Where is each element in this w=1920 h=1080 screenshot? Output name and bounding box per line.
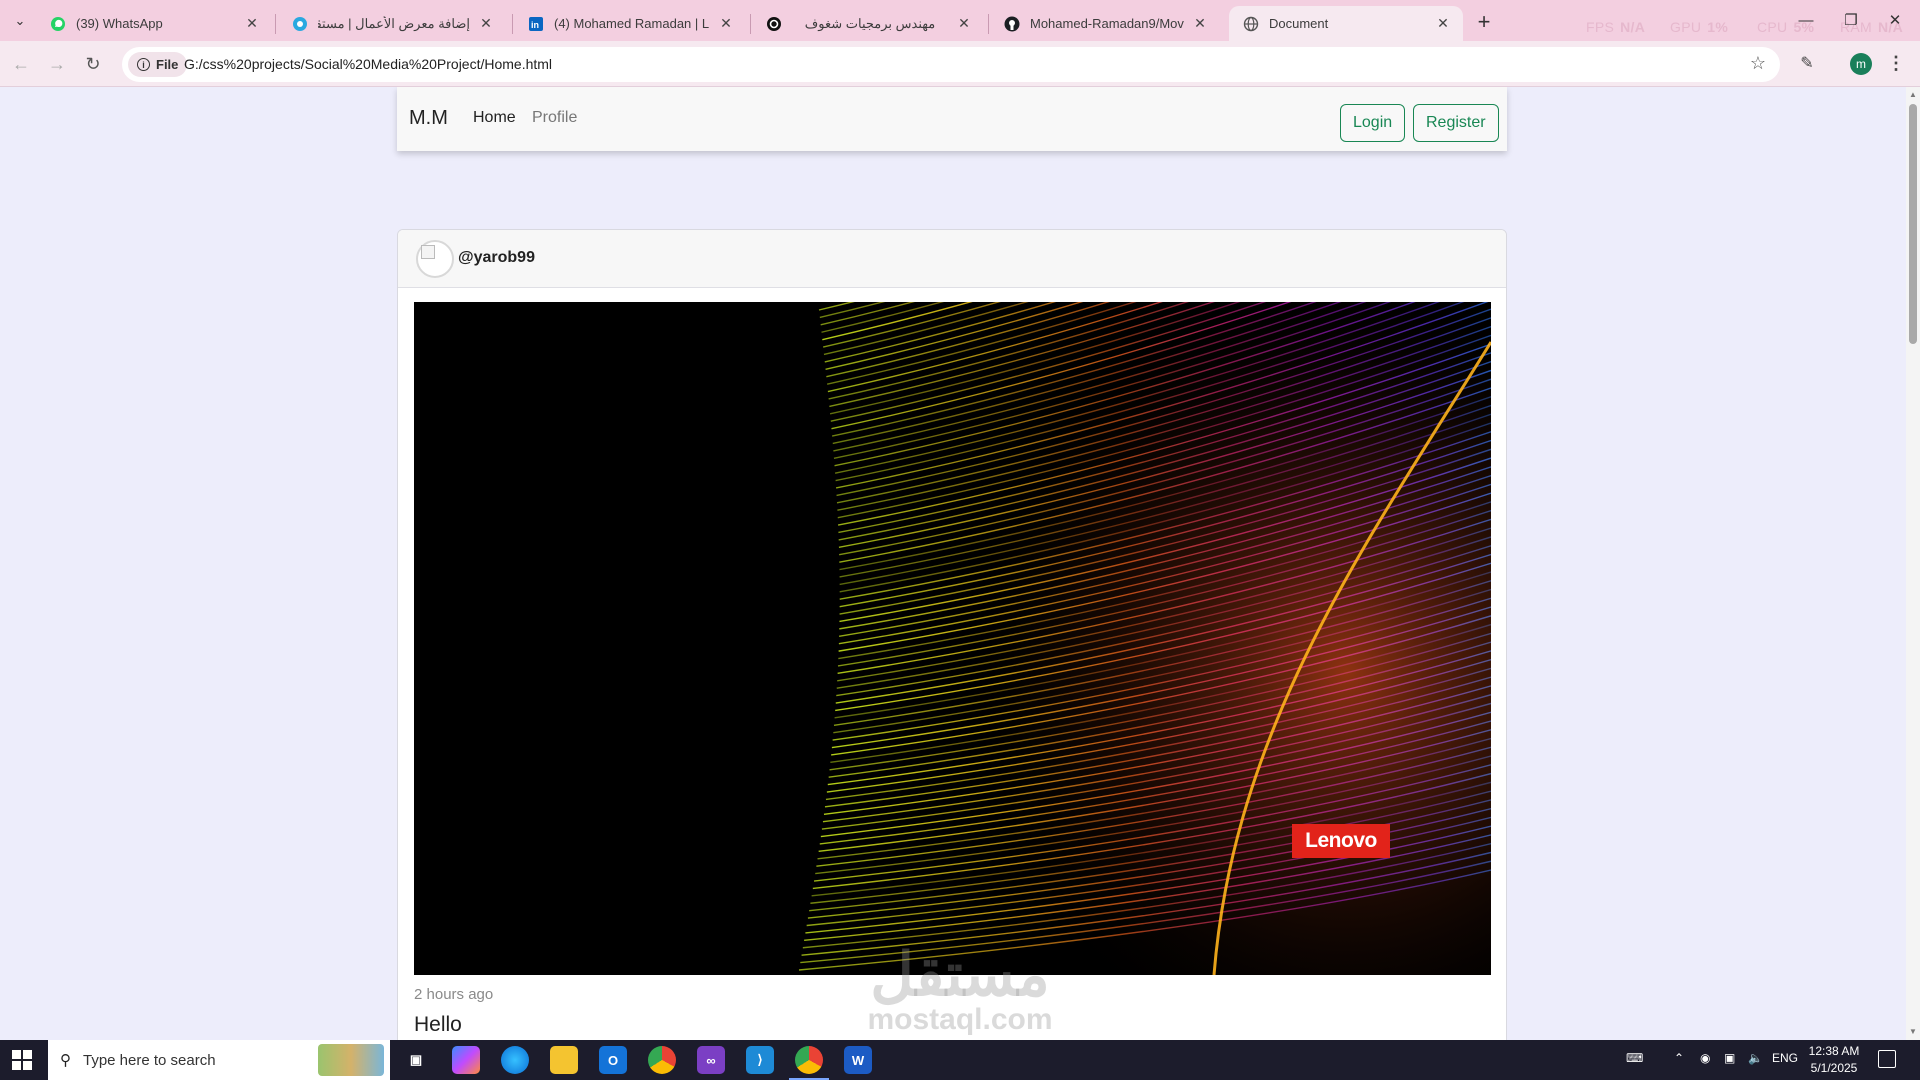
system-clock[interactable]: 12:38 AM 5/1/2025: [1804, 1043, 1864, 1077]
linkedin-icon: in: [528, 16, 544, 32]
keyboard-icon[interactable]: ⌨: [1626, 1051, 1643, 1065]
tab-linkedin[interactable]: in (4) Mohamed Ramadan | LinkedIn ✕: [514, 6, 746, 41]
browser-tab-strip: ⌄ (39) WhatsApp ✕ إضافة معرض الأعمال | م…: [0, 0, 1920, 41]
tab-divider: [275, 14, 276, 34]
login-button[interactable]: Login: [1340, 104, 1405, 142]
address-bar[interactable]: i File G:/css%20projects/Social%20Media%…: [122, 47, 1780, 82]
scroll-up-arrow-icon[interactable]: ▲: [1909, 90, 1917, 99]
tab-title: Mohamed-Ramadan9/Movie-A: [1030, 16, 1184, 31]
scheme-label: File: [156, 57, 178, 72]
clock-date: 5/1/2025: [1804, 1060, 1864, 1077]
word-icon[interactable]: W: [844, 1046, 872, 1074]
globe-icon: [1243, 16, 1259, 32]
lenovo-logo: Lenovo: [1292, 824, 1390, 858]
tab-divider: [512, 14, 513, 34]
notification-center-icon[interactable]: [1878, 1050, 1896, 1068]
post-timestamp: 2 hours ago: [414, 986, 493, 1003]
svg-text:in: in: [531, 20, 539, 30]
tab-title: (39) WhatsApp: [76, 16, 236, 31]
mostaql-icon: [292, 16, 308, 32]
nav-link-home[interactable]: Home: [473, 109, 516, 127]
minimize-button[interactable]: —: [1791, 8, 1821, 32]
tab-divider: [750, 14, 751, 34]
page-viewport: M.M Home Profile Login Register @yarob99: [0, 87, 1906, 1040]
close-icon[interactable]: ✕: [718, 15, 734, 32]
url-text[interactable]: G:/css%20projects/Social%20Media%20Proje…: [184, 56, 552, 72]
post-card-header: @yarob99: [398, 230, 1506, 288]
reload-icon[interactable]: ↻: [80, 51, 106, 77]
clock-time: 12:38 AM: [1804, 1043, 1864, 1060]
outlook-icon[interactable]: O: [599, 1046, 627, 1074]
windows-taskbar: ⚲ Type here to search ▣ O ∞ ⟩ W ⌨ ⌃ ◉ ▣ …: [0, 1040, 1920, 1080]
close-icon[interactable]: ✕: [956, 15, 972, 32]
tab-title: إضافة معرض الأعمال | مستقل: [318, 16, 470, 32]
post-username[interactable]: @yarob99: [458, 249, 535, 267]
close-window-button[interactable]: ✕: [1880, 8, 1910, 32]
github-icon: [1004, 16, 1020, 32]
tab-document[interactable]: Document ✕: [1229, 6, 1463, 41]
copilot-icon[interactable]: [452, 1046, 480, 1074]
user-avatar[interactable]: [416, 240, 454, 278]
nav-link-profile[interactable]: Profile: [532, 109, 577, 127]
forward-arrow-icon[interactable]: →: [44, 51, 70, 77]
feather-artwork: [414, 302, 1491, 975]
back-arrow-icon[interactable]: ←: [8, 51, 34, 77]
tab-mostaql[interactable]: إضافة معرض الأعمال | مستقل ✕: [278, 6, 506, 41]
tab-threads[interactable]: مهندس برمجيات شغوف ✕: [752, 6, 984, 41]
page-scrollbar[interactable]: ▲ ▼: [1906, 87, 1920, 1040]
info-icon: i: [137, 58, 150, 71]
volume-icon[interactable]: 🔈: [1748, 1051, 1763, 1065]
close-icon[interactable]: ✕: [1192, 15, 1208, 32]
tab-title: مهندس برمجيات شغوف: [792, 16, 948, 32]
meet-now-icon[interactable]: ◉: [1700, 1051, 1710, 1065]
post-card: @yarob99 Lenovo 2 hours ago Hello: [397, 229, 1507, 1040]
whatsapp-icon: [50, 16, 66, 32]
taskbar-search-placeholder: Type here to search: [83, 1052, 216, 1069]
search-highlight-image: [318, 1044, 384, 1076]
kebab-menu-icon[interactable]: ⋮: [1886, 52, 1906, 74]
file-explorer-icon[interactable]: [550, 1046, 578, 1074]
windows-start-icon[interactable]: [12, 1050, 32, 1070]
profile-avatar-button[interactable]: m: [1850, 53, 1872, 75]
browser-toolbar: ← → ↻ i File G:/css%20projects/Social%20…: [0, 41, 1920, 87]
visual-studio-icon[interactable]: ∞: [697, 1046, 725, 1074]
bookmark-star-icon[interactable]: ☆: [1750, 53, 1766, 74]
task-view-icon[interactable]: ▣: [402, 1046, 430, 1074]
tab-whatsapp[interactable]: (39) WhatsApp ✕: [36, 6, 272, 41]
site-info-chip[interactable]: i File: [128, 52, 187, 77]
site-brand[interactable]: M.M: [409, 107, 448, 130]
restore-button[interactable]: ❐: [1836, 8, 1866, 32]
new-tab-button[interactable]: +: [1470, 8, 1498, 36]
threads-icon: [766, 16, 782, 32]
register-button[interactable]: Register: [1413, 104, 1499, 142]
site-navbar: M.M Home Profile Login Register: [397, 87, 1507, 151]
vscode-icon[interactable]: ⟩: [746, 1046, 774, 1074]
network-icon[interactable]: ▣: [1724, 1051, 1735, 1065]
tab-title: Document: [1269, 16, 1427, 31]
input-language[interactable]: ENG: [1772, 1051, 1798, 1065]
chrome-icon[interactable]: [648, 1046, 676, 1074]
search-icon: ⚲: [60, 1051, 71, 1069]
taskbar-search-box[interactable]: ⚲ Type here to search: [48, 1040, 390, 1080]
edge-icon[interactable]: [501, 1046, 529, 1074]
fps-readout: FPS N/A: [1586, 19, 1645, 35]
scroll-down-arrow-icon[interactable]: ▼: [1909, 1027, 1917, 1036]
tab-title: (4) Mohamed Ramadan | LinkedIn: [554, 16, 710, 31]
close-icon[interactable]: ✕: [1435, 15, 1451, 32]
scroll-thumb[interactable]: [1909, 104, 1917, 344]
post-image[interactable]: Lenovo: [414, 302, 1491, 975]
show-hidden-icons-chevron-icon[interactable]: ⌃: [1674, 1051, 1684, 1065]
tab-divider: [988, 14, 989, 34]
tab-github[interactable]: Mohamed-Ramadan9/Movie-A ✕: [990, 6, 1220, 41]
close-icon[interactable]: ✕: [244, 15, 260, 32]
chrome-profile-icon[interactable]: [795, 1046, 823, 1074]
gpu-readout: GPU 1%: [1670, 19, 1728, 35]
tab-search-chevron-icon[interactable]: ⌄: [8, 9, 32, 33]
post-title: Hello: [414, 1013, 462, 1037]
close-icon[interactable]: ✕: [478, 15, 494, 32]
extensions-puzzle-icon[interactable]: ✎: [1796, 52, 1818, 74]
